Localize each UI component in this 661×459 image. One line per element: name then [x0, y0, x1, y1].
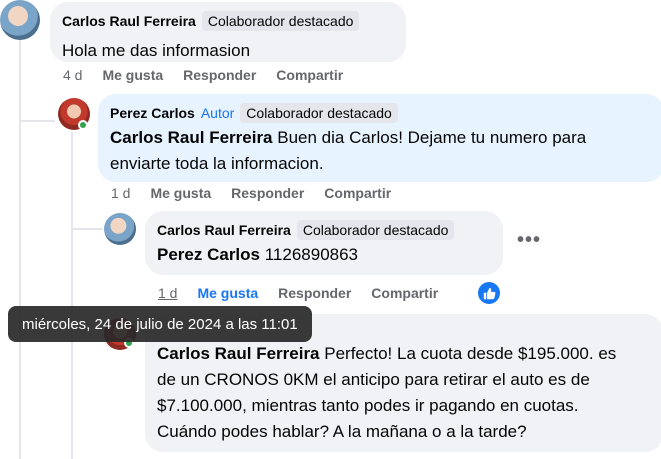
- timestamp-tooltip: miércoles, 24 de julio de 2024 a las 11:…: [8, 306, 312, 342]
- comment-text-line: enviarte toda la informacion.: [110, 154, 324, 173]
- avatar[interactable]: [0, 0, 40, 40]
- thumbs-up-icon: [483, 287, 495, 299]
- mention-link[interactable]: Perez Carlos: [157, 245, 260, 264]
- comment-text: Hola me das informasion: [62, 41, 251, 60]
- comment-time[interactable]: 1 d: [111, 185, 130, 201]
- contributor-badge: Colaborador destacado: [296, 220, 455, 240]
- share-button[interactable]: Compartir: [276, 67, 343, 83]
- mention-link[interactable]: Carlos Raul Ferreira: [157, 344, 320, 363]
- comment-text-line: 1126890863: [260, 245, 359, 264]
- thread-line: [71, 132, 73, 459]
- thread-line: [19, 120, 55, 122]
- reply-button[interactable]: Responder: [183, 67, 256, 83]
- comment-actions: 1 d Me gusta Responder Compartir: [111, 185, 391, 201]
- comment-time[interactable]: 1 d: [158, 285, 177, 301]
- comment-time[interactable]: 4 d: [63, 67, 82, 83]
- comment-author[interactable]: Carlos Raul Ferreira: [62, 13, 196, 29]
- comment-author[interactable]: Carlos Raul Ferreira: [157, 222, 291, 238]
- contributor-badge: Colaborador destacado: [201, 11, 360, 31]
- mention-link[interactable]: Carlos Raul Ferreira: [110, 128, 273, 147]
- contributor-badge: Colaborador destacado: [240, 103, 398, 123]
- comment-actions: 1 d Me gusta Responder Compartir: [158, 285, 438, 301]
- comment-text-line: Buen dia Carlos! Dejame tu numero para: [272, 128, 587, 147]
- comment-text: Carlos Raul Ferreira Buen dia Carlos! De…: [110, 125, 652, 177]
- comment-bubble: Carlos Raul Ferreira Colaborador destaca…: [145, 211, 503, 275]
- avatar[interactable]: [104, 213, 136, 245]
- thread-line: [19, 40, 21, 459]
- comment-text-line: de un CRONOS 0KM el anticipo para retira…: [157, 370, 590, 389]
- comment-text: Perez Carlos 1126890863: [157, 242, 491, 268]
- comment-bubble: Carlos Raul Ferreira Colaborador destaca…: [50, 2, 406, 62]
- like-reaction-icon[interactable]: [478, 282, 500, 304]
- like-button[interactable]: Me gusta: [150, 185, 211, 201]
- thread-line: [71, 228, 103, 230]
- share-button[interactable]: Compartir: [371, 285, 438, 301]
- like-button[interactable]: Me gusta: [197, 285, 258, 301]
- author-role: Autor: [200, 105, 235, 121]
- reply-button[interactable]: Responder: [278, 285, 351, 301]
- comment-actions: 4 d Me gusta Responder Compartir: [63, 67, 343, 83]
- online-status-icon: [78, 120, 88, 130]
- comment-text-line: $7.100.000, mientras tanto podes ir paga…: [157, 396, 579, 415]
- like-button[interactable]: Me gusta: [102, 67, 163, 83]
- comment-author[interactable]: Perez Carlos: [110, 105, 195, 121]
- more-options-icon[interactable]: •••: [517, 229, 541, 252]
- share-button[interactable]: Compartir: [324, 185, 391, 201]
- comment-text-line: Cuándo podes hablar? A la mañana o a la …: [157, 422, 527, 441]
- comment-text-line: Perfecto! La cuota desde $195.000. es: [319, 344, 617, 363]
- comment-text: Carlos Raul Ferreira Perfecto! La cuota …: [157, 341, 651, 445]
- comment-bubble: Perez Carlos Autor Colaborador destacado…: [98, 94, 661, 182]
- reply-button[interactable]: Responder: [231, 185, 304, 201]
